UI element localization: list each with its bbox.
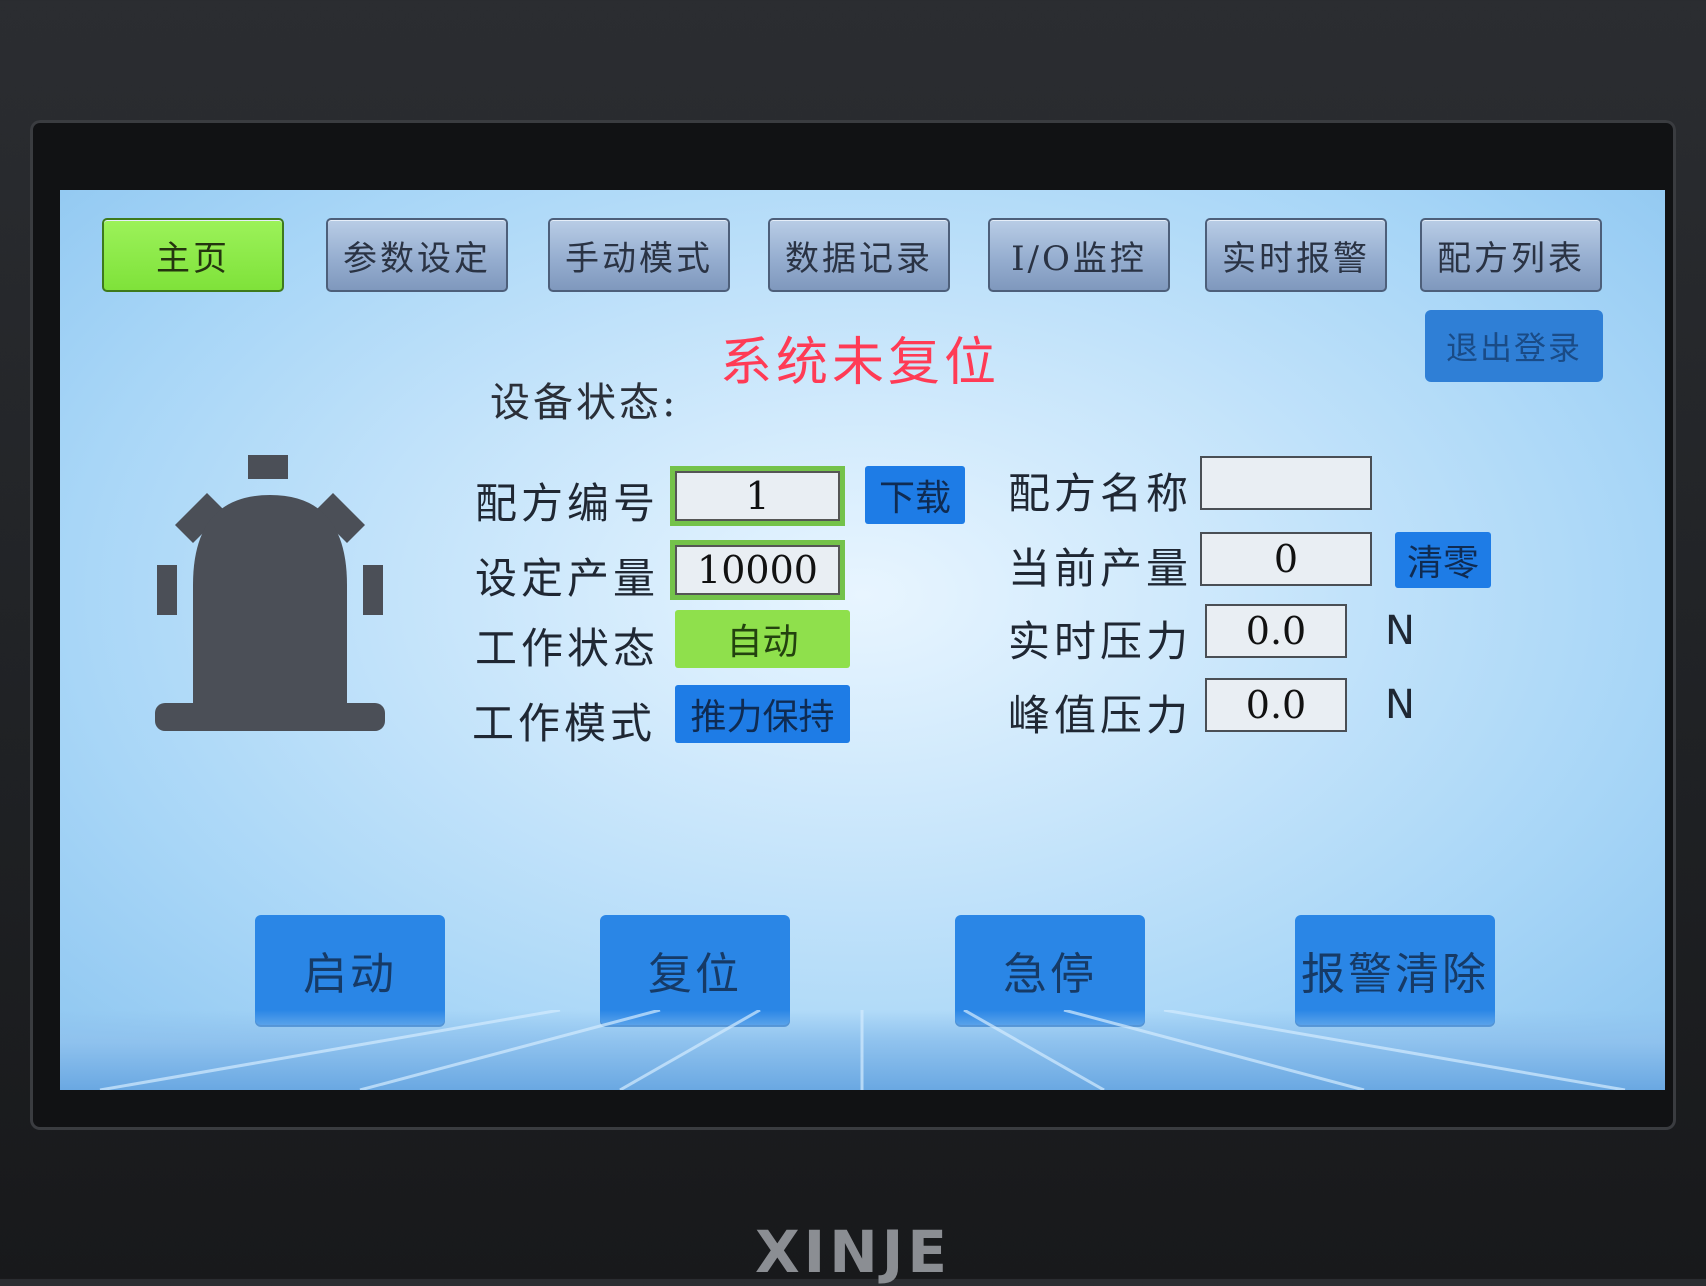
work-mode-button[interactable]: 推力保持 — [675, 685, 850, 743]
alarm-clear-button[interactable]: 报警清除 — [1295, 915, 1495, 1025]
reset-button[interactable]: 复位 — [600, 915, 790, 1025]
tab-alarm[interactable]: 实时报警 — [1205, 218, 1387, 292]
peak-label: 峰值压力 — [1008, 691, 1193, 740]
floor-decoration — [60, 1010, 1665, 1090]
current-qty-field: 0 — [1200, 532, 1372, 586]
target-qty-label: 设定产量 — [475, 554, 660, 603]
status-value: 系统未复位 — [720, 333, 1001, 393]
peak-field: 0.0 — [1205, 678, 1347, 732]
pressure-field: 0.0 — [1205, 604, 1347, 658]
work-state-indicator: 自动 — [675, 610, 850, 668]
tab-params[interactable]: 参数设定 — [326, 218, 508, 292]
work-state-label: 工作状态 — [475, 624, 660, 673]
tab-recipes[interactable]: 配方列表 — [1420, 218, 1602, 292]
download-button[interactable]: 下载 — [865, 466, 965, 524]
tab-manual[interactable]: 手动模式 — [548, 218, 730, 292]
brand-logo: XINJE — [754, 1218, 952, 1286]
start-button[interactable]: 启动 — [255, 915, 445, 1025]
alarm-lamp-icon — [155, 455, 385, 731]
status-label: 设备状态: — [490, 380, 679, 426]
peak-unit: N — [1385, 682, 1415, 728]
pressure-label: 实时压力 — [1008, 617, 1193, 666]
logout-button[interactable]: 退出登录 — [1425, 310, 1603, 382]
clear-button[interactable]: 清零 — [1395, 532, 1491, 588]
pressure-unit: N — [1385, 608, 1415, 654]
hmi-screen: 主页 参数设定 手动模式 数据记录 I/O监控 实时报警 配方列表 退出登录 系… — [60, 190, 1665, 1090]
tab-home[interactable]: 主页 — [102, 218, 284, 292]
current-qty-label: 当前产量 — [1008, 544, 1193, 593]
recipe-name-label: 配方名称 — [1008, 469, 1193, 518]
tab-io-monitor[interactable]: I/O监控 — [988, 218, 1170, 292]
target-qty-field[interactable]: 10000 — [670, 540, 845, 600]
recipe-name-field[interactable] — [1200, 456, 1372, 510]
recipe-no-label: 配方编号 — [475, 479, 660, 528]
work-mode-label: 工作模式 — [472, 699, 657, 748]
recipe-no-field[interactable]: 1 — [670, 466, 845, 526]
tab-data-log[interactable]: 数据记录 — [768, 218, 950, 292]
estop-button[interactable]: 急停 — [955, 915, 1145, 1025]
